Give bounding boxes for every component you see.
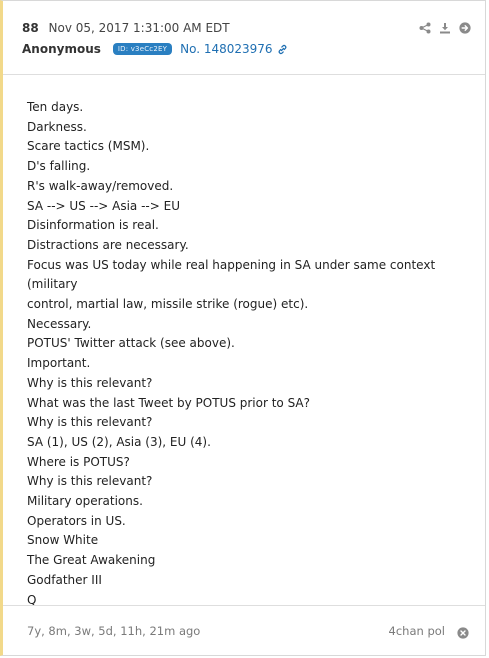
download-icon[interactable] xyxy=(439,22,451,34)
post-header: 88 Nov 05, 2017 1:31:00 AM EDT Anonymous… xyxy=(3,1,485,75)
arrow-right-circle-icon[interactable] xyxy=(459,22,471,34)
post-card: 88 Nov 05, 2017 1:31:00 AM EDT Anonymous… xyxy=(0,0,486,656)
body-line: Scare tactics (MSM). xyxy=(27,139,150,154)
body-line: Important. xyxy=(27,356,91,371)
share-icon[interactable] xyxy=(419,22,431,34)
body-line: Operators in US. xyxy=(27,513,126,528)
body-line: D's falling. xyxy=(27,159,91,174)
link-icon[interactable] xyxy=(277,44,288,55)
body-line: POTUS' Twitter attack (see above). xyxy=(27,336,235,351)
body-line: Why is this relevant? xyxy=(27,415,153,430)
post-footer: 7y, 8m, 3w, 5d, 11h, 21m ago 4chan pol xyxy=(3,605,485,655)
body-line: Why is this relevant? xyxy=(27,474,153,489)
body-line: Snow White xyxy=(27,533,99,548)
body-line: Necessary. xyxy=(27,316,92,331)
body-line: SA --> US --> Asia --> EU xyxy=(27,198,180,213)
author-name: Anonymous xyxy=(22,42,101,56)
body-line: What was the last Tweet by POTUS prior t… xyxy=(27,395,311,410)
body-line: Where is POTUS? xyxy=(27,454,130,469)
body-line: SA (1), US (2), Asia (3), EU (4). xyxy=(27,434,211,449)
body-line: Distractions are necessary. xyxy=(27,237,189,252)
body-line: Why is this relevant? xyxy=(27,375,153,390)
post-body: Ten days. Darkness. Scare tactics (MSM).… xyxy=(27,98,467,610)
post-index: 88 xyxy=(22,21,39,35)
post-author-line: Anonymous ID: v3eCc2EY No. 148023976 xyxy=(22,42,288,56)
post-age: 7y, 8m, 3w, 5d, 11h, 21m ago xyxy=(27,624,201,638)
post-number-link[interactable]: No. 148023976 xyxy=(180,42,287,56)
body-line: Military operations. xyxy=(27,494,143,509)
body-line: Godfather III xyxy=(27,572,102,587)
body-line: R's walk-away/removed. xyxy=(27,178,174,193)
body-line: control, martial law, missile strike (ro… xyxy=(27,297,309,312)
body-line: Ten days. xyxy=(27,100,84,114)
post-meta-line: 88 Nov 05, 2017 1:31:00 AM EDT xyxy=(22,21,230,35)
body-line: Darkness. xyxy=(27,119,87,134)
post-number-text[interactable]: No. 148023976 xyxy=(180,42,272,56)
close-circle-icon[interactable] xyxy=(457,624,469,639)
body-line: The Great Awakening xyxy=(27,553,156,568)
poster-id-badge[interactable]: ID: v3eCc2EY xyxy=(112,43,173,55)
post-date: Nov 05, 2017 1:31:00 AM EDT xyxy=(48,21,230,35)
body-line: Disinformation is real. xyxy=(27,218,159,233)
body-line: Focus was US today while real happening … xyxy=(27,257,436,292)
post-toolbar xyxy=(419,22,471,34)
post-source: 4chan pol xyxy=(388,624,445,638)
